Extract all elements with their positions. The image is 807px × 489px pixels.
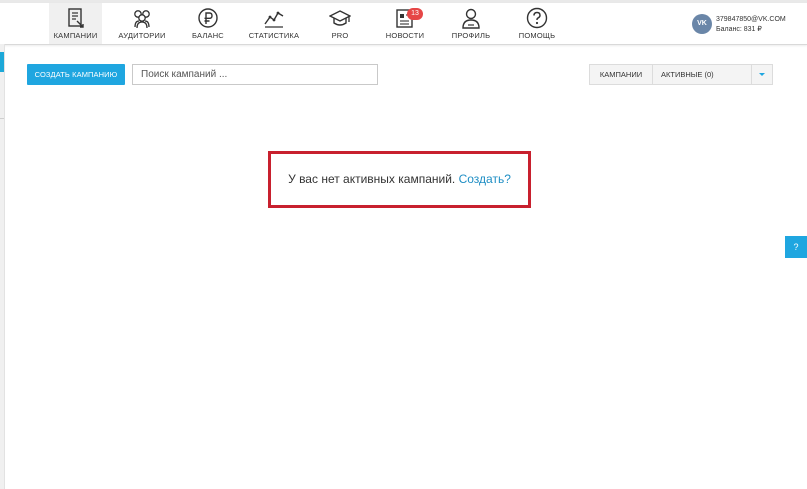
filter-dropdown-toggle[interactable] bbox=[751, 65, 772, 84]
audiences-icon bbox=[134, 10, 150, 29]
nav-label-balance: БАЛАНС bbox=[192, 31, 224, 40]
filter-type-button[interactable]: КАМПАНИИ bbox=[590, 65, 653, 84]
nav-item-audiences[interactable]: АУДИТОРИИ bbox=[113, 3, 171, 44]
nav-item-pro[interactable]: PRO bbox=[318, 3, 362, 44]
nav-label-pro: PRO bbox=[331, 31, 349, 40]
nav-label-audiences: АУДИТОРИИ bbox=[118, 31, 166, 40]
create-campaign-button[interactable]: СОЗДАТЬ КАМПАНИЮ bbox=[27, 64, 125, 85]
create-campaign-link[interactable]: Создать? bbox=[459, 172, 511, 186]
nav-item-profile[interactable]: ПРОФИЛЬ bbox=[447, 3, 495, 44]
campaign-filter: КАМПАНИИ АКТИВНЫЕ (0) bbox=[589, 64, 773, 85]
nav-label-news: НОВОСТИ bbox=[385, 31, 425, 40]
empty-state-box: У вас нет активных кампаний. Создать? bbox=[268, 151, 531, 208]
left-sidebar-accent bbox=[0, 52, 4, 72]
filter-status-select[interactable]: АКТИВНЫЕ (0) bbox=[652, 65, 752, 84]
graduation-cap-icon bbox=[329, 10, 351, 26]
nav-label-help: ПОМОЩЬ bbox=[518, 31, 556, 40]
ruble-icon bbox=[198, 8, 218, 28]
nav-item-campaigns[interactable]: КАМПАНИИ bbox=[49, 3, 102, 44]
news-count-badge: 13 bbox=[407, 8, 423, 20]
vk-avatar[interactable]: VK bbox=[692, 14, 712, 34]
nav-item-news[interactable]: 13 НОВОСТИ bbox=[380, 3, 430, 44]
nav-label-campaigns: КАМПАНИИ bbox=[53, 31, 98, 40]
campaign-search-input[interactable] bbox=[132, 64, 378, 85]
left-sidebar-divider bbox=[0, 118, 4, 119]
empty-state-text: У вас нет активных кампаний. Создать? bbox=[271, 172, 528, 186]
statistics-icon bbox=[264, 11, 284, 28]
help-side-tab[interactable]: ? bbox=[785, 236, 807, 258]
left-sidebar-edge bbox=[0, 44, 5, 489]
chevron-down-icon bbox=[759, 73, 765, 76]
nav-item-help[interactable]: ПОМОЩЬ bbox=[511, 3, 563, 44]
nav-item-statistics[interactable]: СТАТИСТИКА bbox=[245, 3, 303, 44]
campaigns-icon bbox=[67, 8, 84, 28]
nav-label-statistics: СТАТИСТИКА bbox=[248, 31, 300, 40]
account-email: 379847850@VK.COM bbox=[716, 16, 786, 23]
nav-item-balance[interactable]: БАЛАНС bbox=[183, 3, 233, 44]
empty-state-message: У вас нет активных кампаний. bbox=[288, 172, 456, 186]
account-balance: Баланс: 831 ₽ bbox=[716, 26, 762, 33]
top-navigation: КАМПАНИИ АУДИТОРИИ БАЛАНС СТАТИСТИКА PRO… bbox=[0, 3, 807, 45]
nav-label-profile: ПРОФИЛЬ bbox=[451, 31, 491, 40]
profile-icon bbox=[462, 8, 480, 29]
help-icon bbox=[526, 7, 548, 29]
